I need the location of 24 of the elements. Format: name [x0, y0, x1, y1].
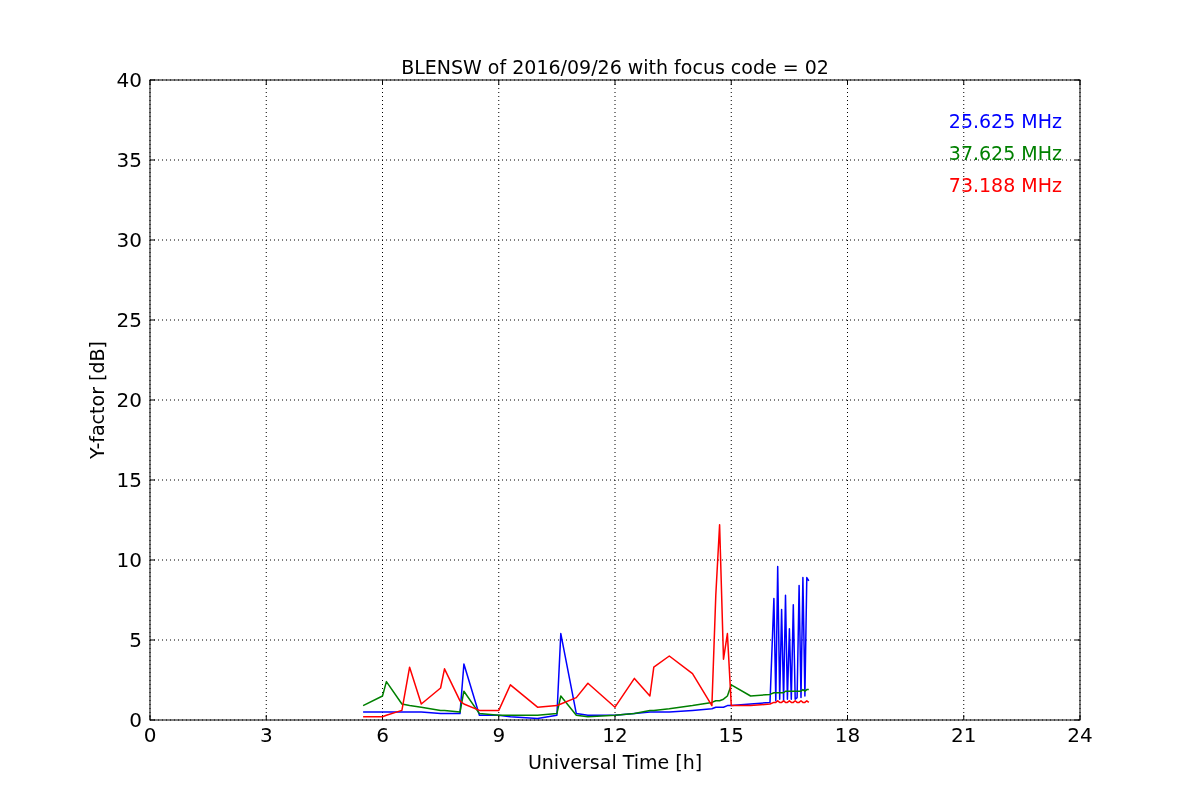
- tick-label: 20: [116, 388, 142, 412]
- tick-label: 15: [718, 723, 744, 747]
- legend-label: 73.188 MHz: [948, 174, 1062, 196]
- tick-label: 35: [116, 148, 142, 172]
- legend-label: 37.625 MHz: [948, 142, 1062, 164]
- tick-label: 40: [116, 68, 142, 92]
- tick-label: 24: [1067, 723, 1093, 747]
- tick-label: 0: [143, 723, 157, 747]
- tick-label: 25: [116, 308, 142, 332]
- tick-label: 30: [116, 228, 142, 252]
- tick-label: 9: [492, 723, 506, 747]
- chart-title: BLENSW of 2016/09/26 with focus code = 02: [401, 56, 829, 78]
- tick-label: 12: [602, 723, 628, 747]
- tick-label: 0: [129, 708, 142, 732]
- legend-label: 25.625 MHz: [948, 110, 1062, 132]
- tick-label: 18: [834, 723, 861, 747]
- y-axis-label: Y-factor [dB]: [86, 341, 108, 459]
- tick-label: 5: [129, 628, 142, 652]
- tick-label: 3: [259, 723, 273, 747]
- tick-label: 6: [376, 723, 389, 747]
- tick-label: 10: [116, 548, 142, 572]
- tick-label: 15: [116, 468, 142, 492]
- x-axis-label: Universal Time [h]: [527, 751, 703, 773]
- tick-label: 21: [951, 723, 977, 747]
